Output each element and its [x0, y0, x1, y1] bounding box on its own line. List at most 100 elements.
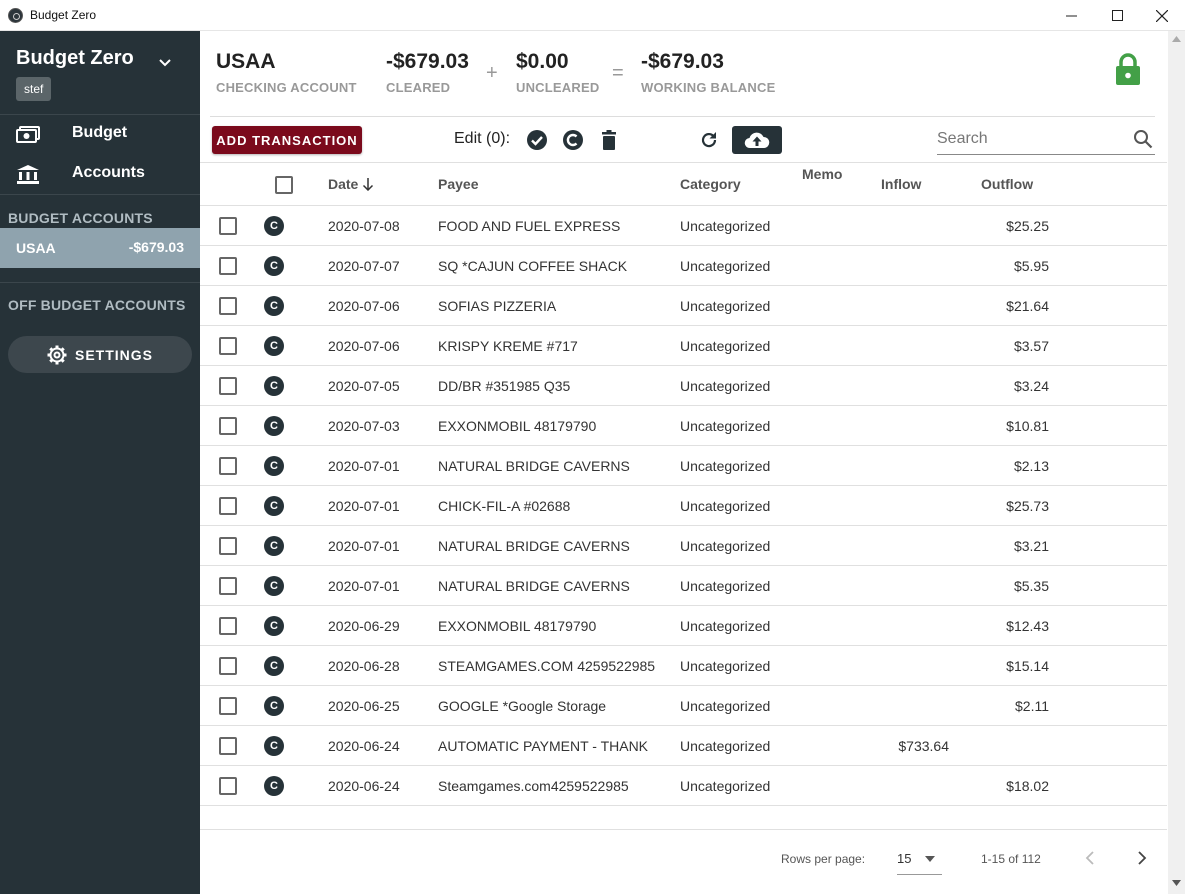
maximize-button[interactable] [1094, 0, 1140, 31]
row-payee: AUTOMATIC PAYMENT - THANK [438, 738, 649, 754]
row-payee: GOOGLE *Google Storage [438, 698, 607, 714]
row-checkbox[interactable] [219, 337, 237, 355]
table-row[interactable]: C 2020-06-24 Steamgames.com4259522985 Un… [200, 766, 1167, 806]
cleared-status-icon[interactable]: C [264, 616, 284, 636]
row-outflow: $3.24 [1013, 378, 1049, 394]
budget-accounts-heading: BUDGET ACCOUNTS [8, 210, 153, 226]
cleared-status-icon[interactable]: C [264, 496, 284, 516]
scrollbar[interactable] [1168, 31, 1185, 894]
table-row[interactable]: C 2020-07-05 DD/BR #351985 Q35 Uncategor… [200, 366, 1167, 406]
refresh-icon[interactable] [698, 129, 720, 151]
sidebar-item-budget[interactable]: Budget [0, 114, 200, 154]
uncleared-summary: $0.00 UNCLEARED [516, 50, 599, 95]
chevron-left-icon[interactable] [1082, 849, 1100, 867]
column-header-date[interactable]: Date [328, 176, 374, 192]
table-row[interactable]: C 2020-06-28 STEAMGAMES.COM 4259522985 U… [200, 646, 1167, 686]
select-all-checkbox[interactable] [275, 176, 293, 194]
row-payee: FOOD AND FUEL EXPRESS [438, 218, 621, 234]
lock-icon[interactable] [1115, 52, 1141, 86]
row-checkbox[interactable] [219, 617, 237, 635]
table-row[interactable]: C 2020-07-01 NATURAL BRIDGE CAVERNS Unca… [200, 446, 1167, 486]
table-row[interactable]: C 2020-06-24 AUTOMATIC PAYMENT - THANK U… [200, 726, 1167, 766]
search-input[interactable] [937, 126, 1127, 152]
cleared-status-icon[interactable]: C [264, 656, 284, 676]
cleared-status-icon[interactable]: C [264, 336, 284, 356]
row-category: Uncategorized [680, 418, 771, 434]
sidebar-divider [0, 194, 200, 195]
cleared-c-icon[interactable] [562, 129, 584, 151]
cleared-status-icon[interactable]: C [264, 296, 284, 316]
equals-sign: = [612, 62, 624, 84]
row-checkbox[interactable] [219, 777, 237, 795]
chevron-down-icon[interactable] [158, 55, 172, 69]
scroll-up-icon[interactable] [1172, 36, 1181, 42]
row-category: Uncategorized [680, 698, 771, 714]
app-logo-icon [8, 8, 23, 23]
cleared-status-icon[interactable]: C [264, 256, 284, 276]
cleared-status-icon[interactable]: C [264, 376, 284, 396]
row-checkbox[interactable] [219, 217, 237, 235]
table-row[interactable]: C 2020-07-01 CHICK-FIL-A #02688 Uncatego… [200, 486, 1167, 526]
rows-per-page-select[interactable]: 15 [897, 845, 942, 875]
settings-button[interactable]: SETTINGS [8, 336, 192, 373]
column-header-memo[interactable]: Memo [802, 166, 842, 182]
search-icon[interactable] [1133, 129, 1153, 149]
row-outflow: $15.14 [1006, 658, 1049, 674]
cleared-value: -$679.03 [386, 50, 469, 73]
cleared-status-icon[interactable]: C [264, 216, 284, 236]
rows-per-page-label: Rows per page: [781, 852, 866, 866]
minimize-button[interactable] [1048, 0, 1094, 31]
budget-name: Budget Zero [16, 47, 134, 69]
user-chip[interactable]: stef [16, 77, 52, 101]
trash-icon[interactable] [598, 129, 620, 151]
scroll-down-icon[interactable] [1172, 880, 1181, 886]
table-row[interactable]: C 2020-07-06 KRISPY KREME #717 Uncategor… [200, 326, 1167, 366]
row-checkbox[interactable] [219, 657, 237, 675]
table-row[interactable]: C 2020-06-25 GOOGLE *Google Storage Unca… [200, 686, 1167, 726]
table-row[interactable]: C 2020-07-01 NATURAL BRIDGE CAVERNS Unca… [200, 526, 1167, 566]
row-date: 2020-07-06 [328, 298, 400, 314]
row-checkbox[interactable] [219, 537, 237, 555]
import-button[interactable] [732, 126, 782, 154]
sidebar-account-usaa[interactable]: USAA -$679.03 [0, 228, 200, 268]
chevron-right-icon[interactable] [1132, 849, 1150, 867]
search-field[interactable] [937, 126, 1155, 155]
sidebar-item-accounts[interactable]: Accounts [0, 154, 200, 194]
row-checkbox[interactable] [219, 297, 237, 315]
row-checkbox[interactable] [219, 737, 237, 755]
column-header-outflow[interactable]: Outflow [981, 176, 1033, 192]
row-checkbox[interactable] [219, 457, 237, 475]
cleared-status-icon[interactable]: C [264, 536, 284, 556]
check-circle-icon[interactable] [526, 129, 548, 151]
cleared-status-icon[interactable]: C [264, 576, 284, 596]
cleared-status-icon[interactable]: C [264, 696, 284, 716]
row-payee: EXXONMOBIL 48179790 [438, 418, 597, 434]
row-checkbox[interactable] [219, 377, 237, 395]
cleared-status-icon[interactable]: C [264, 416, 284, 436]
column-header-category[interactable]: Category [680, 176, 741, 192]
sidebar: Budget Zero stef Budget Accounts BUDGET … [0, 31, 200, 894]
row-checkbox[interactable] [219, 697, 237, 715]
row-checkbox[interactable] [219, 257, 237, 275]
row-outflow: $3.57 [1013, 338, 1049, 354]
row-category: Uncategorized [680, 618, 771, 634]
column-header-payee[interactable]: Payee [438, 176, 478, 192]
table-footer-divider [200, 829, 1167, 830]
cleared-status-icon[interactable]: C [264, 776, 284, 796]
table-row[interactable]: C 2020-06-29 EXXONMOBIL 48179790 Uncateg… [200, 606, 1167, 646]
row-checkbox[interactable] [219, 497, 237, 515]
table-row[interactable]: C 2020-07-03 EXXONMOBIL 48179790 Uncateg… [200, 406, 1167, 446]
cleared-status-icon[interactable]: C [264, 456, 284, 476]
table-row[interactable]: C 2020-07-01 NATURAL BRIDGE CAVERNS Unca… [200, 566, 1167, 606]
table-row[interactable]: C 2020-07-06 SOFIAS PIZZERIA Uncategoriz… [200, 286, 1167, 326]
table-row[interactable]: C 2020-07-08 FOOD AND FUEL EXPRESS Uncat… [200, 206, 1167, 246]
row-checkbox[interactable] [219, 577, 237, 595]
column-header-inflow[interactable]: Inflow [881, 176, 921, 192]
row-checkbox[interactable] [219, 417, 237, 435]
close-button[interactable] [1139, 0, 1185, 31]
add-transaction-button[interactable]: ADD TRANSACTION [212, 126, 362, 154]
cleared-status-icon[interactable]: C [264, 736, 284, 756]
row-outflow: $5.95 [1013, 258, 1049, 274]
table-row[interactable]: C 2020-07-07 SQ *CAJUN COFFEE SHACK Unca… [200, 246, 1167, 286]
header-divider [210, 116, 1155, 117]
